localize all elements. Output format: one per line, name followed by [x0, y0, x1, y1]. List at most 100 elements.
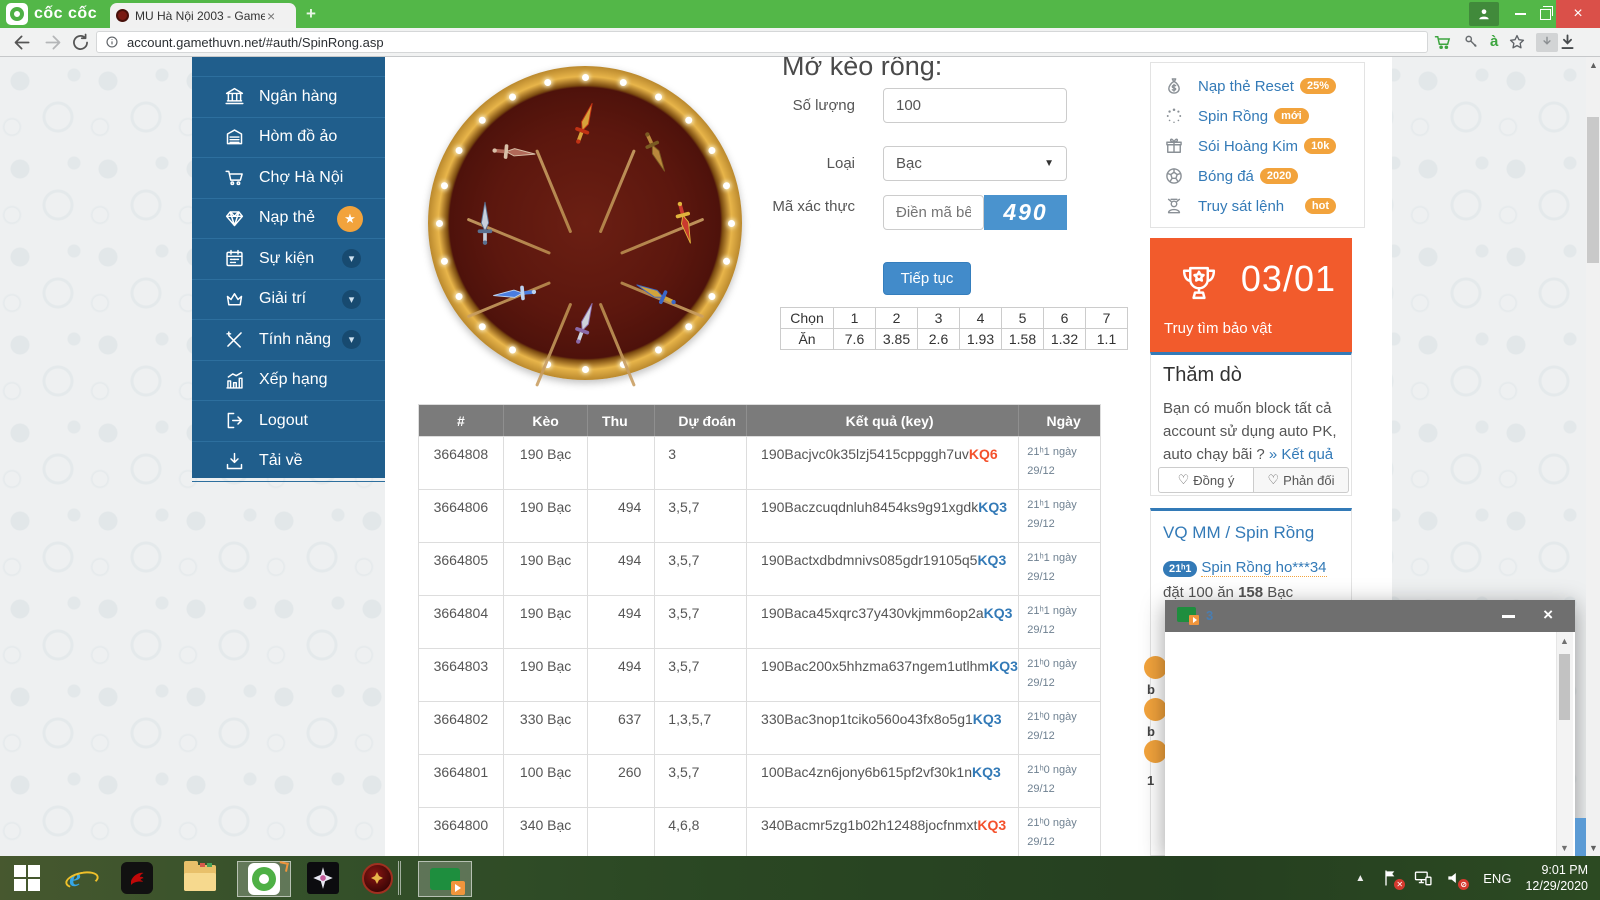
flame-trident-sword-icon	[557, 95, 613, 151]
tray-expand-icon[interactable]: ▲	[1355, 873, 1365, 884]
taskbar-mu-red-icon[interactable]	[356, 861, 401, 895]
table-row: 3664806190 Bạc4943,5,7190Baczcuqdnluh845…	[419, 489, 1100, 542]
popup-close-icon[interactable]: ×	[1543, 605, 1553, 625]
tab-close-icon[interactable]: ×	[267, 9, 275, 23]
taskbar-coccoc-icon[interactable]	[237, 861, 291, 897]
popup-minimize-button[interactable]	[1502, 615, 1515, 618]
sidebar-item-tai-ve[interactable]: Tải về	[192, 442, 385, 483]
cell-id: 3664802	[419, 702, 504, 754]
language-indicator[interactable]: ENG	[1483, 871, 1511, 886]
captcha-code[interactable]: 490	[984, 195, 1067, 230]
poll-oppose-button[interactable]: ♡Phản đối	[1254, 467, 1349, 493]
browser-tab[interactable]: MU Hà Nội 2003 - Gameth ×	[110, 3, 296, 28]
page-info-icon[interactable]	[105, 35, 119, 49]
url-input[interactable]: account.gamethuvn.net/#auth/SpinRong.asp	[96, 31, 1428, 53]
sidebar-item-logout[interactable]: Logout	[192, 401, 385, 442]
sidebar-item-nap-the[interactable]: Nạp thẻ★	[192, 199, 385, 240]
key-text: 190Bac200x5hhzma637ngem1utlhm	[761, 658, 989, 674]
quick-link-soi-hoang-kim[interactable]: Sói Hoàng Kim10k	[1151, 131, 1364, 161]
quick-link-label[interactable]: Sói Hoàng Kim	[1198, 138, 1298, 155]
poll-agree-button[interactable]: ♡Đồng ý	[1158, 467, 1254, 493]
popup-title-bar[interactable]: 3 ×	[1165, 600, 1575, 632]
quick-link-label[interactable]: Spin Rồng	[1198, 108, 1268, 125]
quick-link-truy-sat-lenh[interactable]: Truy sát lệnhhot	[1151, 191, 1364, 221]
vietnamese-typing-icon[interactable]: à	[1490, 33, 1498, 51]
sidebar-item-giai-tri[interactable]: Giải trí▾	[192, 280, 385, 321]
sidebar-item-ngan-hang[interactable]: Ngân hàng	[192, 77, 385, 118]
scroll-up-icon[interactable]: ▲	[1560, 636, 1569, 646]
chevron-down-icon[interactable]: ▾	[342, 290, 361, 309]
taskbar-file-explorer-icon[interactable]	[183, 861, 217, 895]
feed-user-link[interactable]: Spin Rồng ho***34	[1201, 559, 1326, 577]
clock-date: 12/29/2020	[1525, 878, 1588, 894]
taskbar-media-player-icon[interactable]	[418, 861, 472, 897]
start-button[interactable]	[10, 861, 44, 895]
dragon-spin-wheel[interactable]	[428, 66, 742, 380]
cell-key: 330Bac3nop1tciko560o43fx8o5g1KQ3	[747, 702, 1019, 754]
type-select[interactable]: Bạc ▼	[883, 146, 1067, 181]
table-row: 3664802330 Bạc6371,3,5,7330Bac3nop1tciko…	[419, 701, 1100, 754]
download-arrow-button[interactable]	[1536, 33, 1558, 52]
sidebar-item-su-kien[interactable]: Sự kiện▾	[192, 239, 385, 280]
cell-id: 3664808	[419, 437, 504, 489]
quick-link-label[interactable]: Nạp thẻ Reset	[1198, 78, 1294, 95]
cell-id: 3664806	[419, 490, 504, 542]
quick-link-label[interactable]: Truy sát lệnh	[1198, 198, 1284, 215]
downloads-icon[interactable]	[1558, 33, 1577, 52]
window-close-button[interactable]: ×	[1556, 0, 1600, 28]
taskbar-mu-dark-icon[interactable]	[306, 861, 340, 895]
table-row: 3664801100 Bạc2603,5,7100Bac4zn6jony6b61…	[419, 754, 1100, 807]
popup-scrollbar[interactable]: ▲ ▼	[1556, 632, 1573, 856]
sidebar-item-partial[interactable]	[192, 57, 385, 77]
sidebar-item-cho-ha-noi[interactable]: Chợ Hà Nội	[192, 158, 385, 199]
continue-button[interactable]: Tiếp tục	[883, 262, 971, 295]
popup-window[interactable]: 3 × ▲ ▼	[1165, 600, 1575, 856]
cell-id: 3664801	[419, 755, 504, 807]
scroll-up-icon[interactable]: ▲	[1589, 60, 1598, 70]
key-icon[interactable]	[1462, 33, 1480, 51]
wheel-dot	[507, 92, 517, 102]
taskbar-clock[interactable]: 9:01 PM 12/29/2020	[1525, 862, 1588, 894]
profile-button[interactable]	[1469, 2, 1499, 26]
quantity-input[interactable]	[883, 88, 1067, 123]
browser-scroll-thumb[interactable]	[1587, 117, 1599, 263]
back-icon[interactable]	[12, 32, 33, 53]
quick-link-badge: mới	[1274, 108, 1309, 124]
results-table-header: #KèoThuDự đoánKết quả (key)Ngày	[419, 405, 1100, 436]
browser-scrollbar[interactable]: ▲ ▼	[1586, 57, 1600, 856]
scroll-down-icon[interactable]: ▼	[1589, 843, 1598, 853]
poll-result-link[interactable]: » Kết quả	[1269, 446, 1333, 463]
quick-link-label[interactable]: Bóng đá	[1198, 168, 1254, 185]
new-tab-button[interactable]: +	[306, 4, 316, 24]
treasure-hunt-banner[interactable]: 03/01 Truy tìm bảo vật	[1150, 238, 1352, 352]
key-result: KQ6	[969, 446, 998, 462]
action-center-flag-icon[interactable]: ✕	[1381, 868, 1401, 888]
sidebar-item-xep-hang[interactable]: Xếp hạng	[192, 361, 385, 402]
network-icon[interactable]	[1413, 868, 1433, 888]
taskbar-ie-icon[interactable]: e	[58, 861, 92, 895]
sidebar-item-hom-do-ao[interactable]: Hòm đồ ảo	[192, 118, 385, 159]
volume-muted-icon[interactable]: ⊘	[1445, 868, 1465, 888]
quick-link-spin-rong[interactable]: Spin Rồng mới	[1151, 101, 1364, 131]
reload-icon[interactable]	[70, 32, 91, 53]
odds-multiplier: 1.58	[1002, 329, 1044, 350]
scroll-down-icon[interactable]: ▼	[1560, 843, 1569, 853]
popup-scroll-thumb[interactable]	[1559, 654, 1570, 720]
sidebar-item-tinh-nang[interactable]: Tính năng▾	[192, 320, 385, 361]
taskbar-garena-icon[interactable]	[120, 861, 154, 895]
chevron-down-icon[interactable]: ▾	[342, 330, 361, 349]
wheel-dot	[707, 145, 717, 155]
forward-icon[interactable]	[42, 32, 63, 53]
chevron-down-icon[interactable]: ▾	[342, 249, 361, 268]
page-title: Mở kèo rồng:	[782, 57, 942, 82]
date-day: 29/12	[1027, 836, 1100, 848]
cell-date: 21ʰ0 ngày29/12	[1019, 702, 1100, 754]
feed-badge-partial	[1144, 740, 1167, 763]
quick-link-bong-da[interactable]: Bóng đá2020	[1151, 161, 1364, 191]
odds-choice: 1	[834, 308, 876, 329]
cart-extension-icon[interactable]	[1434, 33, 1452, 51]
captcha-input[interactable]	[883, 195, 984, 230]
bookmark-star-icon[interactable]	[1508, 33, 1526, 51]
quick-link-nap-the-reset[interactable]: Nạp thẻ Reset25%	[1151, 71, 1364, 101]
column-header: Thu	[588, 405, 655, 436]
